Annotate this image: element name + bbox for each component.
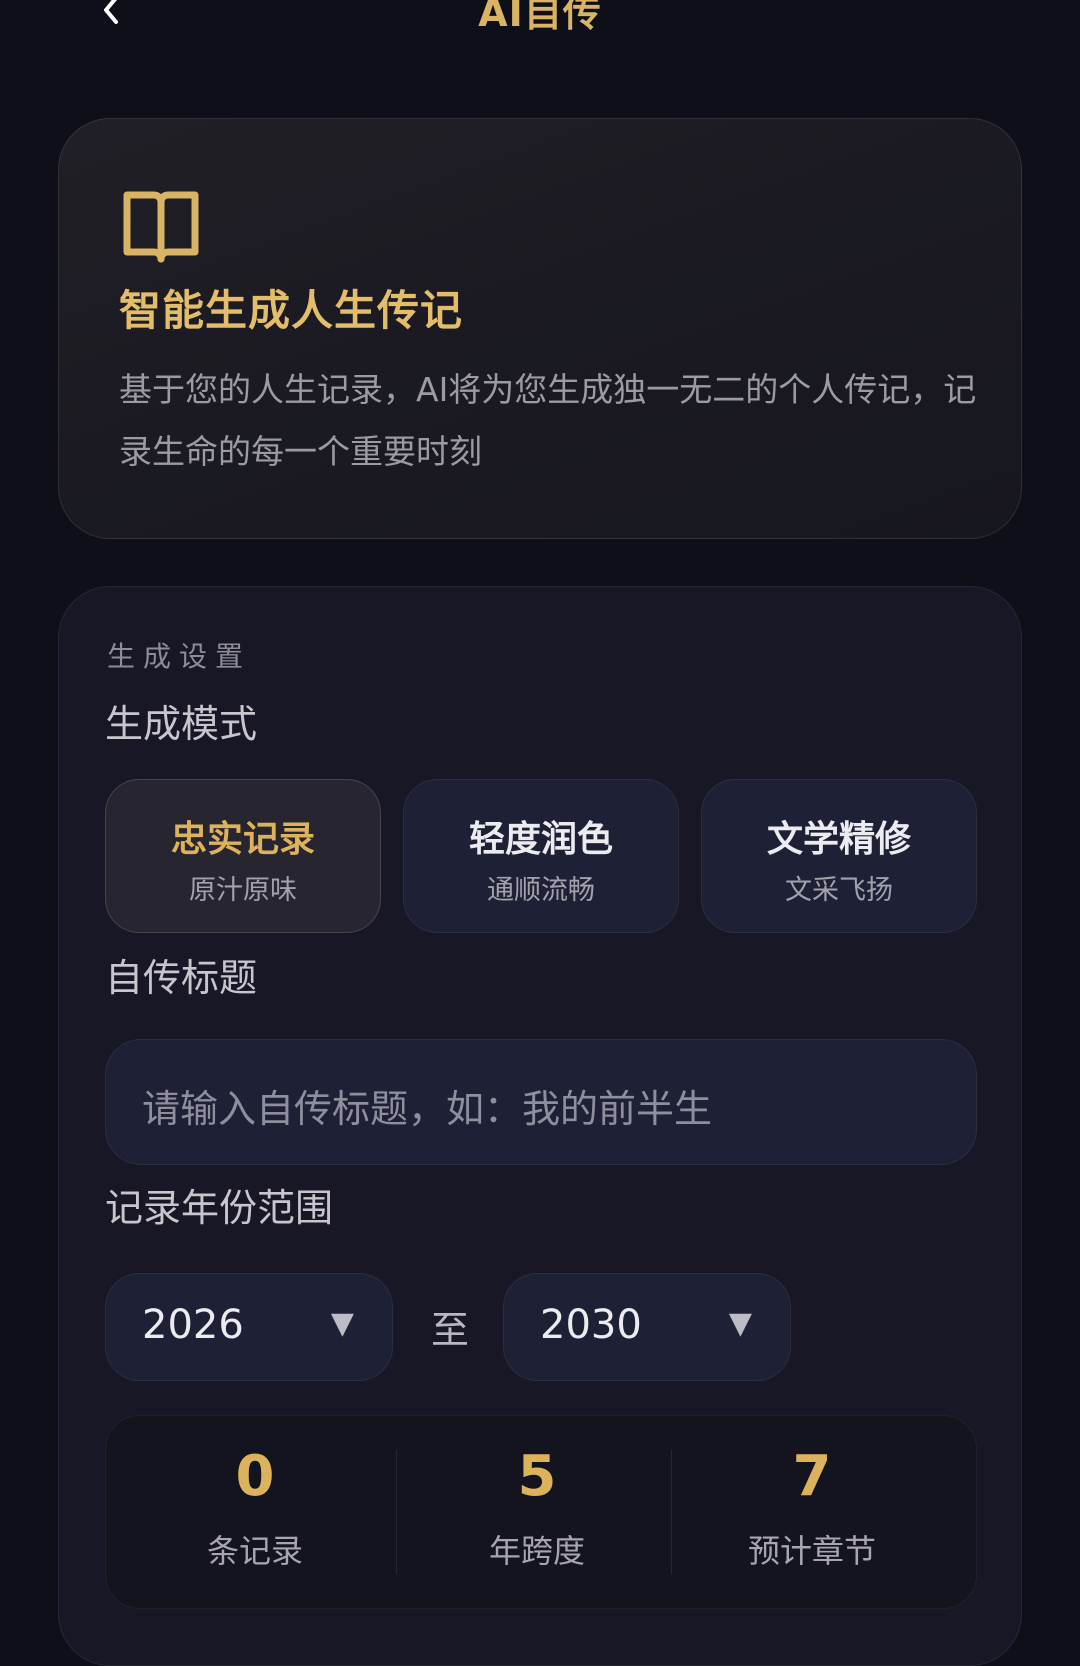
year-range-label: 记录年份范围 xyxy=(105,1186,334,1230)
stat-label: 年跨度 xyxy=(488,1532,585,1570)
mode-subtitle: 文采飞扬 xyxy=(785,875,893,906)
year-from-value: 2026 xyxy=(142,1302,244,1348)
stat-label: 条记录 xyxy=(206,1532,303,1570)
hero-description: 基于您的人生记录，AI将为您生成独一无二的个人传记，记录生命的每一个重要时刻 xyxy=(119,370,977,471)
book-icon xyxy=(123,191,199,263)
mode-subtitle: 原汁原味 xyxy=(189,875,297,906)
year-to-select[interactable]: 2030 ▼ xyxy=(503,1273,791,1381)
stat-value: 5 xyxy=(517,1444,557,1509)
hero-card: 智能生成人生传记 基于您的人生记录，AI将为您生成独一无二的个人传记，记录生命的… xyxy=(58,118,1022,539)
top-bar: AI自传 xyxy=(0,0,1080,60)
mode-title: 轻度润色 xyxy=(468,819,613,860)
hero-heading: 智能生成人生传记 xyxy=(119,286,464,335)
stat-years: 5 年跨度 xyxy=(396,1416,678,1610)
mode-subtitle: 通顺流畅 xyxy=(487,875,595,906)
year-from-select[interactable]: 2026 ▼ xyxy=(105,1273,393,1381)
mode-selector: 忠实记录 原汁原味 轻度润色 通顺流畅 文学精修 文采飞扬 xyxy=(105,779,977,933)
section-label: 生成设置 xyxy=(107,640,252,673)
stat-records: 0 条记录 xyxy=(114,1416,396,1610)
mode-label: 生成模式 xyxy=(105,702,258,746)
mode-title: 文学精修 xyxy=(766,819,911,860)
title-input[interactable]: 请输入自传标题，如：我的前半生 xyxy=(105,1039,977,1165)
page-title: AI自传 xyxy=(478,0,602,35)
year-to-value: 2030 xyxy=(540,1302,642,1348)
stat-chapters: 7 预计章节 xyxy=(671,1416,953,1610)
mode-option-light-polish[interactable]: 轻度润色 通顺流畅 xyxy=(403,779,679,933)
stat-label: 预计章节 xyxy=(747,1532,876,1570)
settings-panel: 生成设置 生成模式 忠实记录 原汁原味 轻度润色 通顺流畅 文学精修 文采飞扬 … xyxy=(58,586,1022,1666)
dropdown-arrow-icon: ▼ xyxy=(728,1306,752,1341)
year-separator: 至 xyxy=(431,1308,470,1352)
mode-title: 忠实记录 xyxy=(170,819,315,860)
stats-card: 0 条记录 5 年跨度 7 预计章节 xyxy=(105,1415,977,1609)
mode-option-faithful[interactable]: 忠实记录 原汁原味 xyxy=(105,779,381,933)
title-input-placeholder: 请输入自传标题，如：我的前半生 xyxy=(142,1087,713,1131)
stat-value: 7 xyxy=(792,1444,832,1509)
mode-option-literary[interactable]: 文学精修 文采飞扬 xyxy=(701,779,977,933)
stat-value: 0 xyxy=(235,1444,275,1509)
dropdown-arrow-icon: ▼ xyxy=(330,1306,354,1341)
title-label: 自传标题 xyxy=(105,956,258,1000)
